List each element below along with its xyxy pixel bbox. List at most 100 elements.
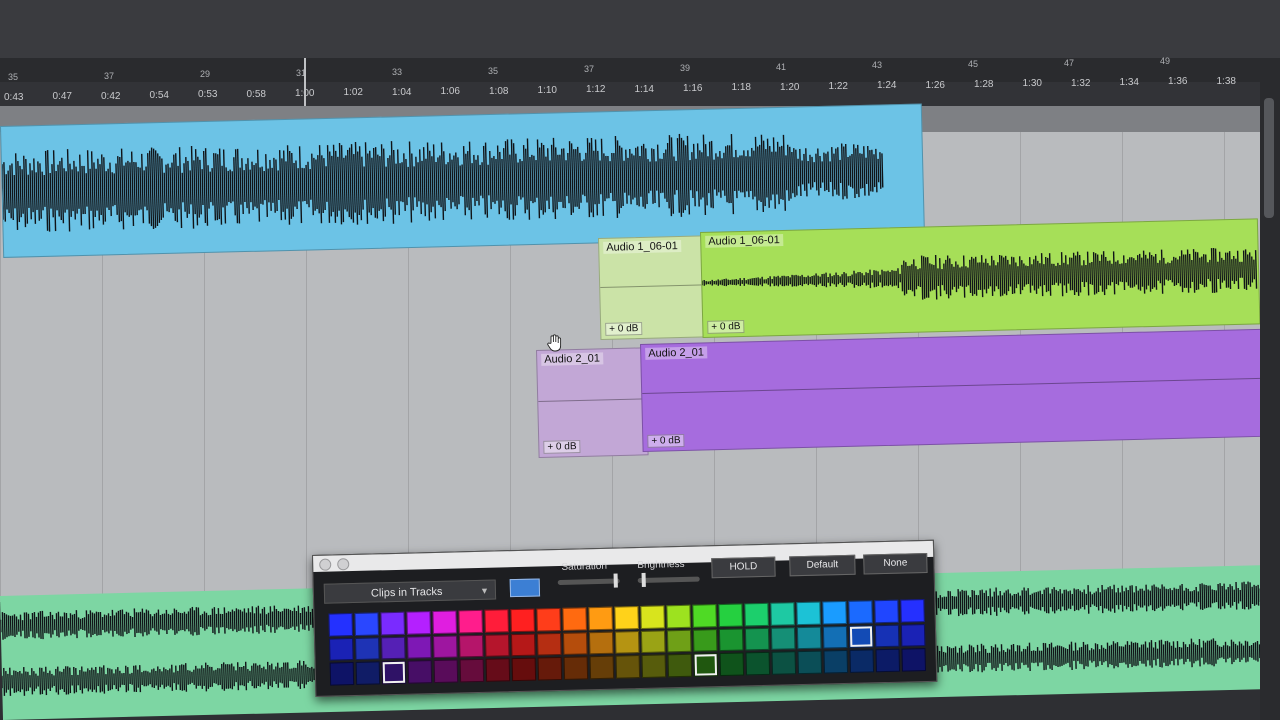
color-swatch[interactable] <box>718 628 744 652</box>
color-swatch[interactable] <box>329 662 355 686</box>
color-swatch[interactable] <box>588 606 613 630</box>
color-swatch[interactable] <box>537 657 563 681</box>
color-swatch[interactable] <box>459 659 485 683</box>
vertical-scrollbar[interactable] <box>1260 58 1280 720</box>
color-swatch[interactable] <box>640 630 666 654</box>
color-swatch[interactable] <box>875 649 901 673</box>
color-swatch[interactable] <box>380 611 405 635</box>
clip-gain-badge[interactable]: + 0 dB <box>543 439 581 454</box>
color-swatch[interactable] <box>796 626 822 650</box>
color-swatch-grid[interactable] <box>328 599 927 686</box>
clip-audio1-main[interactable]: Audio 1_06-01 + 0 dB <box>700 218 1261 338</box>
color-swatch[interactable] <box>536 632 562 656</box>
color-swatch[interactable] <box>666 629 692 653</box>
color-swatch[interactable] <box>562 631 588 656</box>
color-swatch[interactable] <box>848 600 873 624</box>
waveform-sample <box>283 662 286 688</box>
color-swatch[interactable] <box>510 608 535 632</box>
color-swatch[interactable] <box>563 656 589 680</box>
color-swatch[interactable] <box>407 635 432 660</box>
none-button[interactable]: None <box>863 552 928 575</box>
slider-knob[interactable] <box>613 573 618 588</box>
color-link-toggle[interactable] <box>509 578 541 598</box>
waveform-sample <box>1176 641 1179 666</box>
color-swatch[interactable] <box>822 625 848 649</box>
color-swatch[interactable] <box>770 626 796 651</box>
color-swatch[interactable] <box>640 605 665 629</box>
time-tick-label: 1:04 <box>392 86 412 98</box>
palette-target-select[interactable]: Clips in Tracks ▼ <box>323 579 497 604</box>
color-swatch[interactable] <box>588 631 614 655</box>
color-swatch[interactable] <box>329 637 354 661</box>
color-swatch[interactable] <box>692 604 717 628</box>
color-swatch[interactable] <box>536 607 561 632</box>
default-button[interactable]: Default <box>789 554 856 577</box>
minimize-icon[interactable] <box>337 558 350 571</box>
color-swatch[interactable] <box>901 648 927 672</box>
color-swatch[interactable] <box>874 624 900 648</box>
color-swatch[interactable] <box>381 636 406 660</box>
color-swatch[interactable] <box>458 609 483 634</box>
color-swatch[interactable] <box>484 633 510 658</box>
color-swatch[interactable] <box>406 611 431 635</box>
color-swatch[interactable] <box>796 601 821 625</box>
clip-audio1-faded[interactable]: Audio 1_06-01 + 0 dB <box>598 235 707 340</box>
color-swatch[interactable] <box>770 602 795 626</box>
scrollbar-thumb[interactable] <box>1264 98 1274 218</box>
color-swatch[interactable] <box>719 652 745 677</box>
color-swatch[interactable] <box>485 658 511 682</box>
saturation-slider[interactable] <box>557 573 620 588</box>
color-swatch[interactable] <box>718 603 743 627</box>
close-icon[interactable] <box>319 558 332 571</box>
color-swatch[interactable] <box>693 653 719 677</box>
color-swatch[interactable] <box>745 652 771 676</box>
clip-gain-badge[interactable]: + 0 dB <box>707 319 745 334</box>
color-swatch[interactable] <box>615 655 641 679</box>
color-swatch[interactable] <box>848 624 874 649</box>
min-sec-ruler[interactable]: 0:430:470:420:540:530:581:001:021:041:06… <box>0 76 1260 106</box>
color-swatch[interactable] <box>433 659 459 684</box>
color-swatch[interactable] <box>692 628 718 653</box>
brightness-slider[interactable] <box>637 572 700 587</box>
color-swatch[interactable] <box>823 650 849 674</box>
color-swatch[interactable] <box>511 657 537 682</box>
color-swatch[interactable] <box>771 651 797 675</box>
color-swatch[interactable] <box>355 661 381 685</box>
color-swatch[interactable] <box>744 602 769 627</box>
color-swatch[interactable] <box>614 630 640 654</box>
slider-knob[interactable] <box>641 572 646 587</box>
color-swatch[interactable] <box>459 634 484 658</box>
color-swatch[interactable] <box>589 655 615 680</box>
color-swatch[interactable] <box>849 649 875 673</box>
waveform-sample <box>175 609 178 634</box>
color-swatch[interactable] <box>562 607 587 631</box>
color-swatch[interactable] <box>744 627 770 651</box>
waveform-sample <box>111 609 114 637</box>
color-swatch[interactable] <box>432 610 457 634</box>
clip-gain-badge[interactable]: + 0 dB <box>647 433 685 448</box>
waveform-sample <box>1076 251 1080 296</box>
color-swatch[interactable] <box>355 637 380 661</box>
color-swatch[interactable] <box>641 654 667 678</box>
hold-button[interactable]: HOLD <box>711 556 776 579</box>
color-swatch[interactable] <box>666 604 691 629</box>
color-swatch[interactable] <box>874 599 899 623</box>
color-swatch[interactable] <box>510 633 536 657</box>
clip-audio2-faded[interactable]: Audio 2_01 + 0 dB <box>536 347 649 458</box>
color-swatch[interactable] <box>797 650 823 675</box>
color-palette-window[interactable]: Clips in Tracks ▼ Saturation Brightness … <box>312 539 938 697</box>
clip-gain-badge[interactable]: + 0 dB <box>605 321 643 336</box>
color-swatch[interactable] <box>900 599 925 623</box>
color-swatch[interactable] <box>433 635 458 659</box>
color-swatch[interactable] <box>614 606 639 630</box>
color-swatch[interactable] <box>354 612 379 636</box>
color-swatch[interactable] <box>407 660 433 684</box>
color-swatch[interactable] <box>667 654 693 678</box>
clip-audio2-main[interactable]: Audio 2_01 + 0 dB <box>640 328 1269 452</box>
color-swatch[interactable] <box>328 613 353 637</box>
color-swatch[interactable] <box>381 661 407 685</box>
color-swatch[interactable] <box>484 609 509 633</box>
color-swatch[interactable] <box>822 600 847 625</box>
waveform-sample <box>781 145 784 200</box>
color-swatch[interactable] <box>900 623 926 647</box>
